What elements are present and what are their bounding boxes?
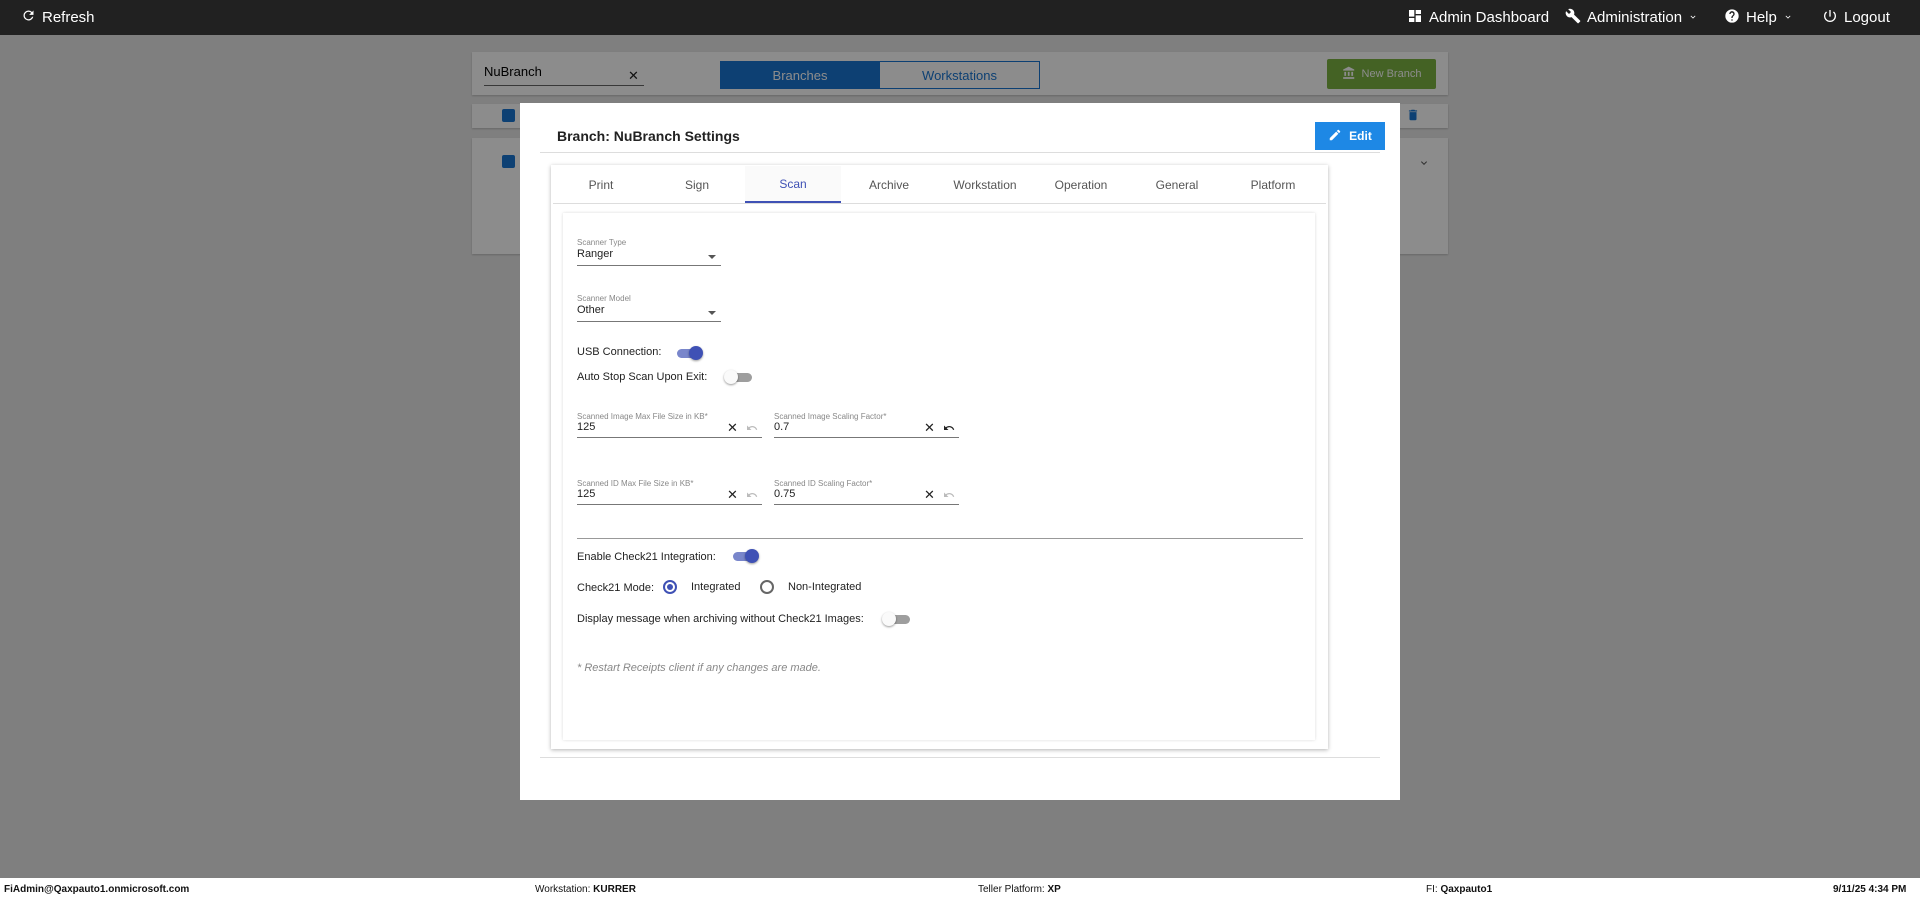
check21-mode-label: Check21 Mode:	[577, 582, 655, 594]
tab-platform[interactable]: Platform	[1225, 166, 1321, 203]
help-label: Help	[1746, 9, 1777, 26]
tab-workstation[interactable]: Workstation	[937, 166, 1033, 203]
refresh-button[interactable]: Refresh	[21, 0, 95, 35]
clear-icon[interactable]: ✕	[924, 487, 935, 503]
refresh-label: Refresh	[42, 9, 95, 26]
tab-archive[interactable]: Archive	[841, 166, 937, 203]
clear-icon[interactable]: ✕	[924, 420, 935, 436]
image-max-size-field[interactable]: Scanned Image Max File Size in KB* 125 ✕	[577, 412, 762, 438]
refresh-icon	[21, 8, 36, 27]
datetime: 9/11/25 4:34 PM	[1833, 884, 1907, 895]
auto-stop-toggle[interactable]	[724, 370, 754, 386]
scanner-model-label: Scanner Model	[577, 294, 631, 303]
scanner-type-select[interactable]: Scanner Type Ranger	[577, 238, 721, 266]
fi-info: FI: Qaxpauto1	[1426, 884, 1492, 895]
settings-tabs: Print Sign Scan Archive Workstation Oper…	[553, 166, 1321, 203]
teller-platform-value: XP	[1047, 884, 1061, 895]
edit-label: Edit	[1349, 129, 1372, 143]
fi-label: FI:	[1426, 884, 1438, 895]
dropdown-arrow-icon	[708, 311, 716, 315]
admin-dashboard-link[interactable]: Admin Dashboard	[1407, 0, 1549, 35]
fi-value: Qaxpauto1	[1440, 884, 1493, 895]
logout-label: Logout	[1844, 9, 1890, 26]
teller-platform-info: Teller Platform: XP	[978, 884, 1061, 895]
usb-connection-label: USB Connection:	[577, 346, 662, 358]
workstation-value: KURRER	[593, 884, 636, 895]
dashboard-icon	[1407, 8, 1423, 28]
scanner-type-value: Ranger	[577, 248, 614, 260]
radio-non-integrated-label: Non-Integrated	[788, 581, 862, 593]
tab-sign[interactable]: Sign	[649, 166, 745, 203]
logout-button[interactable]: Logout	[1822, 0, 1890, 35]
id-max-size-field[interactable]: Scanned ID Max File Size in KB* 125 ✕	[577, 479, 762, 505]
chevron-down-icon	[1783, 9, 1793, 26]
admin-dashboard-label: Admin Dashboard	[1429, 9, 1550, 26]
user-email: FiAdmin@Qaxpauto1.onmicrosoft.com	[4, 884, 190, 895]
help-menu[interactable]: Help	[1724, 0, 1793, 35]
tab-operation[interactable]: Operation	[1033, 166, 1129, 203]
divider	[553, 203, 1326, 204]
clear-icon[interactable]: ✕	[727, 420, 738, 436]
radio-button[interactable]	[663, 580, 677, 594]
workstation-info: Workstation: KURRER	[535, 884, 636, 895]
divider	[540, 757, 1380, 758]
check21-integration-toggle[interactable]	[733, 549, 763, 565]
scan-settings-panel	[563, 213, 1315, 740]
workstation-label: Workstation:	[535, 884, 591, 895]
usb-connection-toggle[interactable]	[677, 346, 707, 362]
tab-general[interactable]: General	[1129, 166, 1225, 203]
tab-scan[interactable]: Scan	[745, 166, 841, 203]
chevron-down-icon	[1688, 9, 1698, 26]
tab-print[interactable]: Print	[553, 166, 649, 203]
pencil-icon	[1328, 128, 1342, 145]
section-divider	[577, 538, 1303, 539]
edit-button[interactable]: Edit	[1315, 122, 1385, 150]
help-icon	[1724, 8, 1740, 28]
scanner-model-select[interactable]: Scanner Model Other	[577, 294, 721, 322]
scanner-type-label: Scanner Type	[577, 238, 627, 247]
restart-note: * Restart Receipts client if any changes…	[577, 662, 821, 674]
image-scaling-factor-field[interactable]: Scanned Image Scaling Factor* 0.7 ✕	[774, 412, 959, 438]
administration-label: Administration	[1587, 9, 1683, 26]
status-bar: FiAdmin@Qaxpauto1.onmicrosoft.com Workst…	[0, 878, 1920, 901]
teller-platform-label: Teller Platform:	[978, 884, 1045, 895]
radio-button[interactable]	[760, 580, 774, 594]
dropdown-arrow-icon	[708, 255, 716, 259]
id-scaling-factor-field[interactable]: Scanned ID Scaling Factor* 0.75 ✕	[774, 479, 959, 505]
radio-integrated[interactable]: Integrated	[663, 580, 741, 594]
top-bar: Refresh Admin Dashboard Administration H…	[0, 0, 1920, 35]
check21-integration-label: Enable Check21 Integration:	[577, 551, 716, 563]
clear-icon[interactable]: ✕	[727, 487, 738, 503]
divider	[540, 152, 1380, 153]
scanner-model-value: Other	[577, 304, 605, 316]
administration-menu[interactable]: Administration	[1565, 0, 1698, 35]
auto-stop-label: Auto Stop Scan Upon Exit:	[577, 371, 708, 383]
power-icon	[1822, 8, 1838, 28]
display-message-label: Display message when archiving without C…	[577, 613, 864, 625]
radio-non-integrated[interactable]: Non-Integrated	[760, 580, 861, 594]
display-message-toggle[interactable]	[882, 612, 912, 628]
dialog-title: Branch: NuBranch Settings	[557, 128, 740, 144]
wrench-icon	[1565, 8, 1581, 28]
radio-integrated-label: Integrated	[691, 581, 741, 593]
